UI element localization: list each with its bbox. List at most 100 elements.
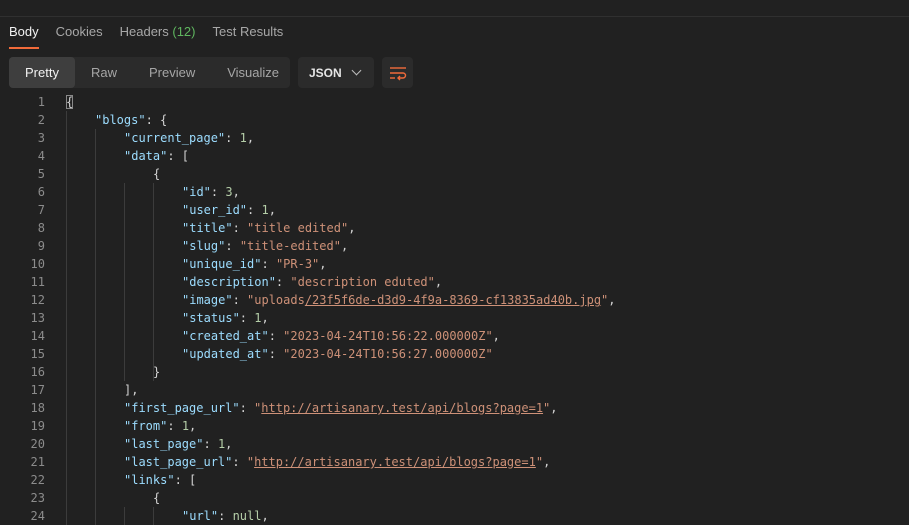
json-key: "title" [182, 221, 233, 235]
code-line: 14 "created_at": "2023-04-24T10:56:22.000… [0, 327, 909, 345]
json-key: "description" [182, 275, 276, 289]
response-toolbar: Pretty Raw Preview Visualize JSON [9, 57, 413, 88]
code-text: ], [124, 381, 138, 399]
json-punct: : [268, 347, 284, 361]
json-number: 1 [261, 203, 269, 217]
code-text: "description": "description eduted", [182, 273, 442, 291]
json-punct: , [492, 329, 500, 343]
code-text: "image": "uploads/23f5f6de-d3d9-4f9a-836… [182, 291, 616, 309]
json-punct: , [348, 221, 356, 235]
line-number: 23 [30, 491, 45, 505]
code-line: 21 "last_page_url": "http://artisanary.te… [0, 453, 909, 471]
json-punct: : [225, 131, 240, 145]
json-link[interactable]: http://artisanary.test/api/blogs?page=1 [254, 455, 536, 469]
json-punct: , [543, 455, 551, 469]
json-punct: : [239, 311, 255, 325]
line-number: 5 [37, 167, 45, 181]
line-number: 9 [37, 239, 45, 253]
code-line: 5{ [0, 165, 909, 183]
line-number: 24 [30, 509, 45, 523]
tab-headers[interactable]: Headers (12) [120, 22, 196, 50]
line-number: 17 [30, 383, 45, 397]
view-pretty-button[interactable]: Pretty [9, 57, 75, 88]
code-text: "updated_at": "2023-04-24T10:56:27.00000… [182, 345, 493, 363]
json-key: "image" [182, 293, 233, 307]
json-string: " [246, 455, 255, 469]
code-text: { [153, 489, 160, 507]
json-punct: , [225, 437, 233, 451]
json-punct: , [319, 257, 327, 271]
json-string: " [535, 455, 544, 469]
code-text: "url": null, [182, 507, 269, 525]
code-text: "title": "title edited", [182, 219, 355, 237]
line-number: 21 [30, 455, 45, 469]
json-number: 1 [181, 419, 190, 433]
wrap-lines-button[interactable] [382, 57, 413, 88]
code-line: 18 "first_page_url": "http://artisanary.t… [0, 399, 909, 417]
chevron-down-icon [351, 65, 362, 76]
json-punct: { [153, 167, 161, 181]
line-number: 15 [30, 347, 45, 361]
json-key: "current_page" [124, 131, 226, 145]
json-punct: , [434, 275, 443, 289]
code-text: } [153, 363, 160, 381]
headers-count: (12) [172, 24, 196, 39]
code-line: 4 "data": [ [0, 147, 909, 165]
tab-cookies[interactable]: Cookies [56, 22, 103, 50]
json-key: "last_page" [124, 437, 204, 451]
json-punct: : [239, 401, 255, 415]
view-mode-switcher: Pretty Raw Preview Visualize [9, 57, 290, 88]
code-line: 20 "last_page": 1, [0, 435, 909, 453]
code-text: { [66, 93, 74, 111]
line-number: 20 [30, 437, 45, 451]
json-punct: , [189, 419, 197, 433]
json-key: "last_page_url" [124, 455, 233, 469]
json-key: "blogs" [95, 113, 146, 127]
json-punct: : { [145, 113, 168, 127]
json-key: "status" [182, 311, 240, 325]
line-number: 8 [37, 221, 45, 235]
json-string: "2023-04-24T10:56:22.000000Z" [283, 329, 493, 343]
json-number: 1 [239, 131, 247, 145]
json-string: "PR-3" [275, 257, 320, 271]
json-key: "from" [124, 419, 168, 433]
code-text: "id": 3, [182, 183, 240, 201]
line-number: 22 [30, 473, 45, 487]
view-preview-button[interactable]: Preview [133, 57, 211, 88]
line-number: 1 [37, 95, 45, 109]
json-punct: , [268, 203, 276, 217]
tab-body[interactable]: Body [9, 22, 39, 50]
json-string: "2023-04-24T10:56:27.000000Z" [283, 347, 493, 361]
json-punct: : [232, 221, 248, 235]
line-number: 4 [37, 149, 45, 163]
line-number: 12 [30, 293, 45, 307]
line-number: 2 [37, 113, 45, 127]
json-punct: : [ [167, 149, 190, 163]
line-number: 11 [30, 275, 45, 289]
view-raw-button[interactable]: Raw [75, 57, 133, 88]
line-number: 14 [30, 329, 45, 343]
top-divider [0, 16, 909, 17]
code-line: 17], [0, 381, 909, 399]
json-link[interactable]: http://artisanary.test/api/blogs?page=1 [261, 401, 543, 415]
code-text: "user_id": 1, [182, 201, 276, 219]
json-punct: : [232, 455, 247, 469]
code-text: "last_page_url": "http://artisanary.test… [124, 453, 550, 471]
code-text: "data": [ [124, 147, 189, 165]
json-punct: : [232, 293, 248, 307]
code-text: "slug": "title-edited", [182, 237, 348, 255]
view-visualize-button[interactable]: Visualize [211, 57, 295, 88]
json-punct: , [340, 239, 349, 253]
code-line: 13 "status": 1, [0, 309, 909, 327]
tab-test-results[interactable]: Test Results [213, 22, 284, 50]
json-string: "title-edited" [239, 239, 341, 253]
line-number: 13 [30, 311, 45, 325]
json-link[interactable]: /23f5f6de-d3d9-4f9a-8369-cf13835ad40b.jp… [305, 293, 601, 307]
wrap-lines-icon [389, 66, 406, 80]
json-number: 3 [225, 185, 233, 199]
json-punct: , [232, 185, 240, 199]
json-punct: : [275, 275, 291, 289]
json-punct: , [246, 131, 255, 145]
format-dropdown[interactable]: JSON [298, 57, 374, 88]
response-body-editor[interactable]: 1{2 "blogs": {3 "current_page": 1, 4 "data":… [0, 93, 909, 525]
